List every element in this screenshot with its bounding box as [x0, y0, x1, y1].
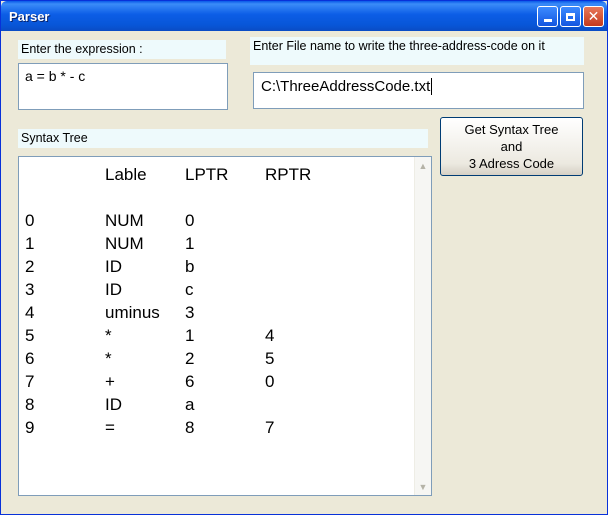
list-item[interactable]: 0 NUM 0 [25, 209, 345, 232]
expression-input[interactable]: a = b * - c [18, 63, 228, 110]
cell-lable: + [105, 371, 115, 391]
syntax-tree-list[interactable]: Lable LPTR RPTR 0 NUM 0 1 NUM 1 2 ID b 3 ID c 4 uminu… [18, 156, 432, 496]
header-node [25, 163, 105, 186]
cell-lable: * [105, 348, 112, 368]
cell-rptr: 7 [265, 417, 275, 437]
close-button[interactable]: ✕ [583, 6, 604, 27]
cell-rptr [265, 301, 345, 324]
cell-lptr: 2 [185, 348, 195, 368]
cell-lable: uminus [105, 302, 160, 322]
cell-node: 3 [25, 279, 35, 299]
cell-node: 2 [25, 256, 35, 276]
header-rptr: RPTR [265, 164, 312, 184]
cell-lptr: 0 [185, 210, 195, 230]
maximize-button[interactable] [560, 6, 581, 27]
parser-window: Parser ✕ Enter the expression : a = b * … [0, 0, 608, 515]
cell-node: 7 [25, 371, 35, 391]
cell-lptr: c [185, 279, 194, 299]
cell-lptr: 6 [185, 371, 195, 391]
minimize-button[interactable] [537, 6, 558, 27]
cell-lable: = [105, 417, 115, 437]
title-bar[interactable]: Parser ✕ [1, 1, 607, 31]
cell-lptr: a [185, 394, 195, 414]
cell-lable: NUM [105, 210, 144, 230]
cell-rptr: 0 [265, 371, 275, 391]
cell-lable: ID [105, 256, 122, 276]
window-title: Parser [9, 9, 50, 24]
cell-lptr: 8 [185, 417, 195, 437]
chevron-down-icon: ▼ [418, 481, 428, 492]
button-line-2: and [500, 139, 523, 154]
list-item[interactable]: 9 = 8 7 [25, 416, 345, 439]
button-line-1: Get Syntax Tree [464, 122, 559, 137]
cell-lptr: 1 [185, 233, 195, 253]
syntax-tree-table: Lable LPTR RPTR 0 NUM 0 1 NUM 1 2 ID b 3 ID c 4 uminu… [25, 163, 345, 439]
file-name-input[interactable]: C:\ThreeAddressCode.txt [253, 72, 584, 109]
list-item[interactable]: 4 uminus 3 [25, 301, 345, 324]
table-header-row: Lable LPTR RPTR [25, 163, 345, 186]
syntax-tree-label: Syntax Tree [18, 129, 428, 148]
cell-node: 4 [25, 302, 35, 322]
list-item[interactable]: 3 ID c [25, 278, 345, 301]
cell-rptr [265, 232, 345, 255]
expression-label: Enter the expression : [18, 40, 226, 59]
cell-rptr: 4 [265, 325, 275, 345]
cell-rptr [265, 393, 345, 416]
maximize-icon [566, 12, 575, 21]
cell-node: 0 [25, 210, 35, 230]
close-icon: ✕ [587, 8, 600, 25]
syntax-tree-rows: 0 NUM 0 1 NUM 1 2 ID b 3 ID c 4 uminus 3 5 * 1 4 6 * 2 5 7 +6 0 8 I… [25, 209, 345, 439]
list-item[interactable]: 8 ID a [25, 393, 345, 416]
text-cursor [431, 78, 433, 95]
scroll-up-button[interactable]: ▲ [415, 157, 431, 174]
file-name-value: C:\ThreeAddressCode.txt [261, 78, 431, 95]
cell-node: 8 [25, 394, 35, 414]
cell-lptr: 3 [185, 302, 195, 322]
cell-rptr [265, 255, 345, 278]
cell-lable: ID [105, 394, 122, 414]
list-item[interactable]: 2 ID b [25, 255, 345, 278]
cell-node: 1 [25, 233, 35, 253]
list-item[interactable]: 1 NUM 1 [25, 232, 345, 255]
header-lptr: LPTR [185, 164, 229, 184]
scroll-down-button[interactable]: ▼ [415, 478, 431, 495]
minimize-icon [543, 19, 552, 22]
cell-node: 5 [25, 325, 35, 345]
cell-lptr: b [185, 256, 195, 276]
button-line-3: 3 Adress Code [468, 156, 555, 171]
cell-rptr [265, 209, 345, 232]
list-item[interactable]: 5 * 1 4 [25, 324, 345, 347]
list-item[interactable]: 6 * 2 5 [25, 347, 345, 370]
file-name-label: Enter File name to write the three-addre… [250, 37, 584, 65]
cell-lable: ID [105, 279, 122, 299]
chevron-up-icon: ▲ [418, 160, 428, 171]
vertical-scrollbar[interactable]: ▲ ▼ [414, 157, 431, 495]
cell-rptr [265, 278, 345, 301]
cell-lable: NUM [105, 233, 144, 253]
cell-lptr: 1 [185, 325, 195, 345]
get-syntax-tree-button[interactable]: Get Syntax Tree and 3 Adress Code [440, 117, 583, 176]
blank-row [25, 186, 345, 209]
cell-node: 9 [25, 417, 35, 437]
header-lable: Lable [105, 164, 147, 184]
cell-lable: * [105, 325, 112, 345]
list-item[interactable]: 7 +6 0 [25, 370, 345, 393]
cell-node: 6 [25, 348, 35, 368]
cell-rptr: 5 [265, 348, 275, 368]
